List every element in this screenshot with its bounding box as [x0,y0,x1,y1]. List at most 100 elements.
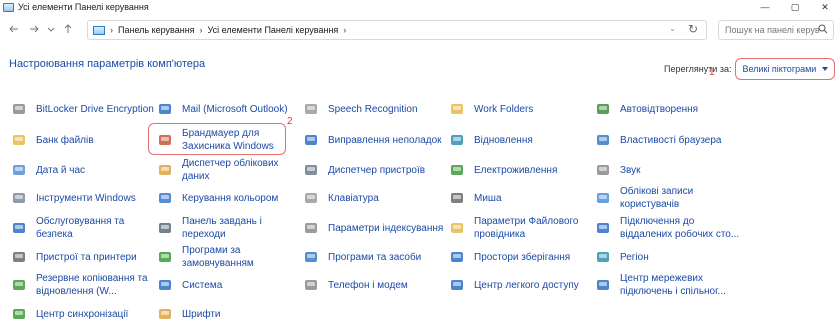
control-panel-item-label: Підключення до віддалених робочих сто... [620,216,740,240]
chevron-down-icon[interactable]: ⌄ [669,24,676,33]
control-panel-item-label: Автовідтворення [620,103,699,115]
control-panel-item[interactable]: Система [156,270,302,300]
control-panel-item-label: Центр мережевих підключень і спільног... [620,273,726,297]
control-panel-item[interactable]: Шрифти [156,299,302,329]
tools-icon [10,189,28,207]
breadcrumb-separator[interactable]: › [343,25,346,35]
microphone-icon [302,100,320,118]
control-panel-item[interactable]: Work Folders [448,94,594,124]
control-panel-item-label: Speech Recognition [328,103,418,115]
programs-icon [302,248,320,266]
control-panel-item-label: Панель завдань і переходи [182,216,262,240]
control-panel-item[interactable]: Властивості браузера [594,125,740,155]
control-panel-icon [3,2,14,12]
control-panel-item-label: Система [182,279,223,291]
storage-spaces-icon [448,248,466,266]
bitlocker-icon [10,100,28,118]
control-panel-item[interactable]: Диспетчер облікових даних [156,155,302,185]
control-panel-item[interactable]: Телефон і модем [302,270,448,300]
title-bar: Усі елементи Панелі керування — ▢ ✕ [0,0,840,14]
control-panel-item-label: Миша [474,192,502,204]
users-icon [594,189,612,207]
control-panel-item[interactable]: Звук [594,155,740,185]
taskbar-icon [156,219,174,237]
control-panel-item[interactable]: Центр мережевих підключень і спільног... [594,270,740,300]
control-panel-item[interactable]: Обслуговування та безпека [10,213,156,243]
control-panel-item-label: Диспетчер облікових даних [182,158,279,182]
control-panel-item[interactable]: Простори зберігання [448,242,594,272]
control-panel-item[interactable]: Інструменти Windows [10,183,156,213]
phone-icon [302,276,320,294]
control-panel-item[interactable]: BitLocker Drive Encryption [10,94,156,124]
control-panel-item[interactable]: Speech Recognition [302,94,448,124]
control-panel-item[interactable]: Електроживлення [448,155,594,185]
control-panel-item-label: Клавіатура [328,192,379,204]
internet-options-icon [594,131,612,149]
control-panel-item-label: Електроживлення [474,164,558,176]
default-programs-icon [156,248,174,266]
control-panel-item[interactable]: Відновлення [448,125,594,155]
control-panel-item[interactable]: Параметри індексування [302,213,448,243]
control-panel-item[interactable]: Клавіатура [302,183,448,213]
control-panel-item[interactable]: Диспетчер пристроїв [302,155,448,185]
view-by-dropdown[interactable]: Великі піктограми [735,58,836,80]
control-panel-item[interactable]: Брандмауер для Захисника Windows [156,125,302,155]
maximize-button[interactable]: ▢ [780,0,810,14]
control-panel-item-label: Дата й час [36,164,86,176]
control-panel-item[interactable]: Параметри Файлового провідника [448,213,594,243]
control-panel-item[interactable]: Автовідтворення [594,94,740,124]
control-panel-item[interactable]: Дата й час [10,155,156,185]
control-panel-item[interactable]: Програми та засоби [302,242,448,272]
breadcrumb-control-panel[interactable]: Панель керування [118,25,195,35]
forward-button[interactable] [26,21,42,37]
control-panel-item[interactable]: Програми за замовчуванням [156,242,302,272]
refresh-icon[interactable]: ↻ [688,22,698,36]
control-panel-item[interactable]: Панель завдань і переходи [156,213,302,243]
control-panel-item[interactable]: Банк файлів [10,125,156,155]
control-panel-item-label: Відновлення [474,134,533,146]
control-panel-item-label: Резервне копіювання та відновлення (W... [36,273,148,297]
ease-of-access-icon [448,276,466,294]
minimize-button[interactable]: — [750,0,780,14]
clock-icon [10,161,28,179]
close-button[interactable]: ✕ [810,0,840,14]
breadcrumb-all-items[interactable]: Усі елементи Панелі керування [208,25,339,35]
fonts-icon [156,305,174,323]
address-bar[interactable]: › Панель керування › Усі елементи Панелі… [87,20,707,40]
window-controls: — ▢ ✕ [750,0,840,14]
arrow-left-icon [9,25,18,33]
color-management-icon [156,189,174,207]
control-panel-item-label: Параметри Файлового провідника [474,216,579,240]
search-input[interactable] [725,25,820,35]
recent-locations-button[interactable] [43,21,59,37]
folder-icon [448,100,466,118]
troubleshoot-icon [302,131,320,149]
back-button[interactable] [6,21,22,37]
search-box[interactable] [718,20,834,40]
control-panel-item[interactable]: Облікові записи користувачів [594,183,740,213]
control-panel-item[interactable]: Керування кольором [156,183,302,213]
up-button[interactable] [60,21,76,37]
search-icon [818,24,828,34]
window-title: Усі елементи Панелі керування [18,2,149,12]
control-panel-item-label: Диспетчер пристроїв [328,164,426,176]
control-panel-item[interactable]: Виправлення неполадок [302,125,448,155]
remote-desktop-icon [594,219,612,237]
control-panel-item[interactable]: Mail (Microsoft Outlook) [156,94,302,124]
control-panel-item[interactable]: Миша [448,183,594,213]
control-panel-item[interactable]: Підключення до віддалених робочих сто... [594,213,740,243]
control-panel-item-label: Програми та засоби [328,251,422,263]
page-title: Настроювання параметрів комп'ютера [9,58,206,70]
control-panel-item-label: Центр синхронізації [36,308,129,320]
breadcrumb-separator: › [199,25,203,35]
control-panel-item[interactable]: Пристрої та принтери [10,242,156,272]
control-panel-item[interactable]: Центр легкого доступу [448,270,594,300]
network-icon [594,276,612,294]
control-panel-item[interactable]: Регіон [594,242,740,272]
control-panel-item-label: Програми за замовчуванням [182,245,254,269]
control-panel-item[interactable]: Резервне копіювання та відновлення (W... [10,270,156,300]
mouse-icon [448,189,466,207]
control-panel-item-label: Банк файлів [36,134,94,146]
view-by-label: Переглянути за: [664,64,732,74]
control-panel-item[interactable]: Центр синхронізації [10,299,156,329]
